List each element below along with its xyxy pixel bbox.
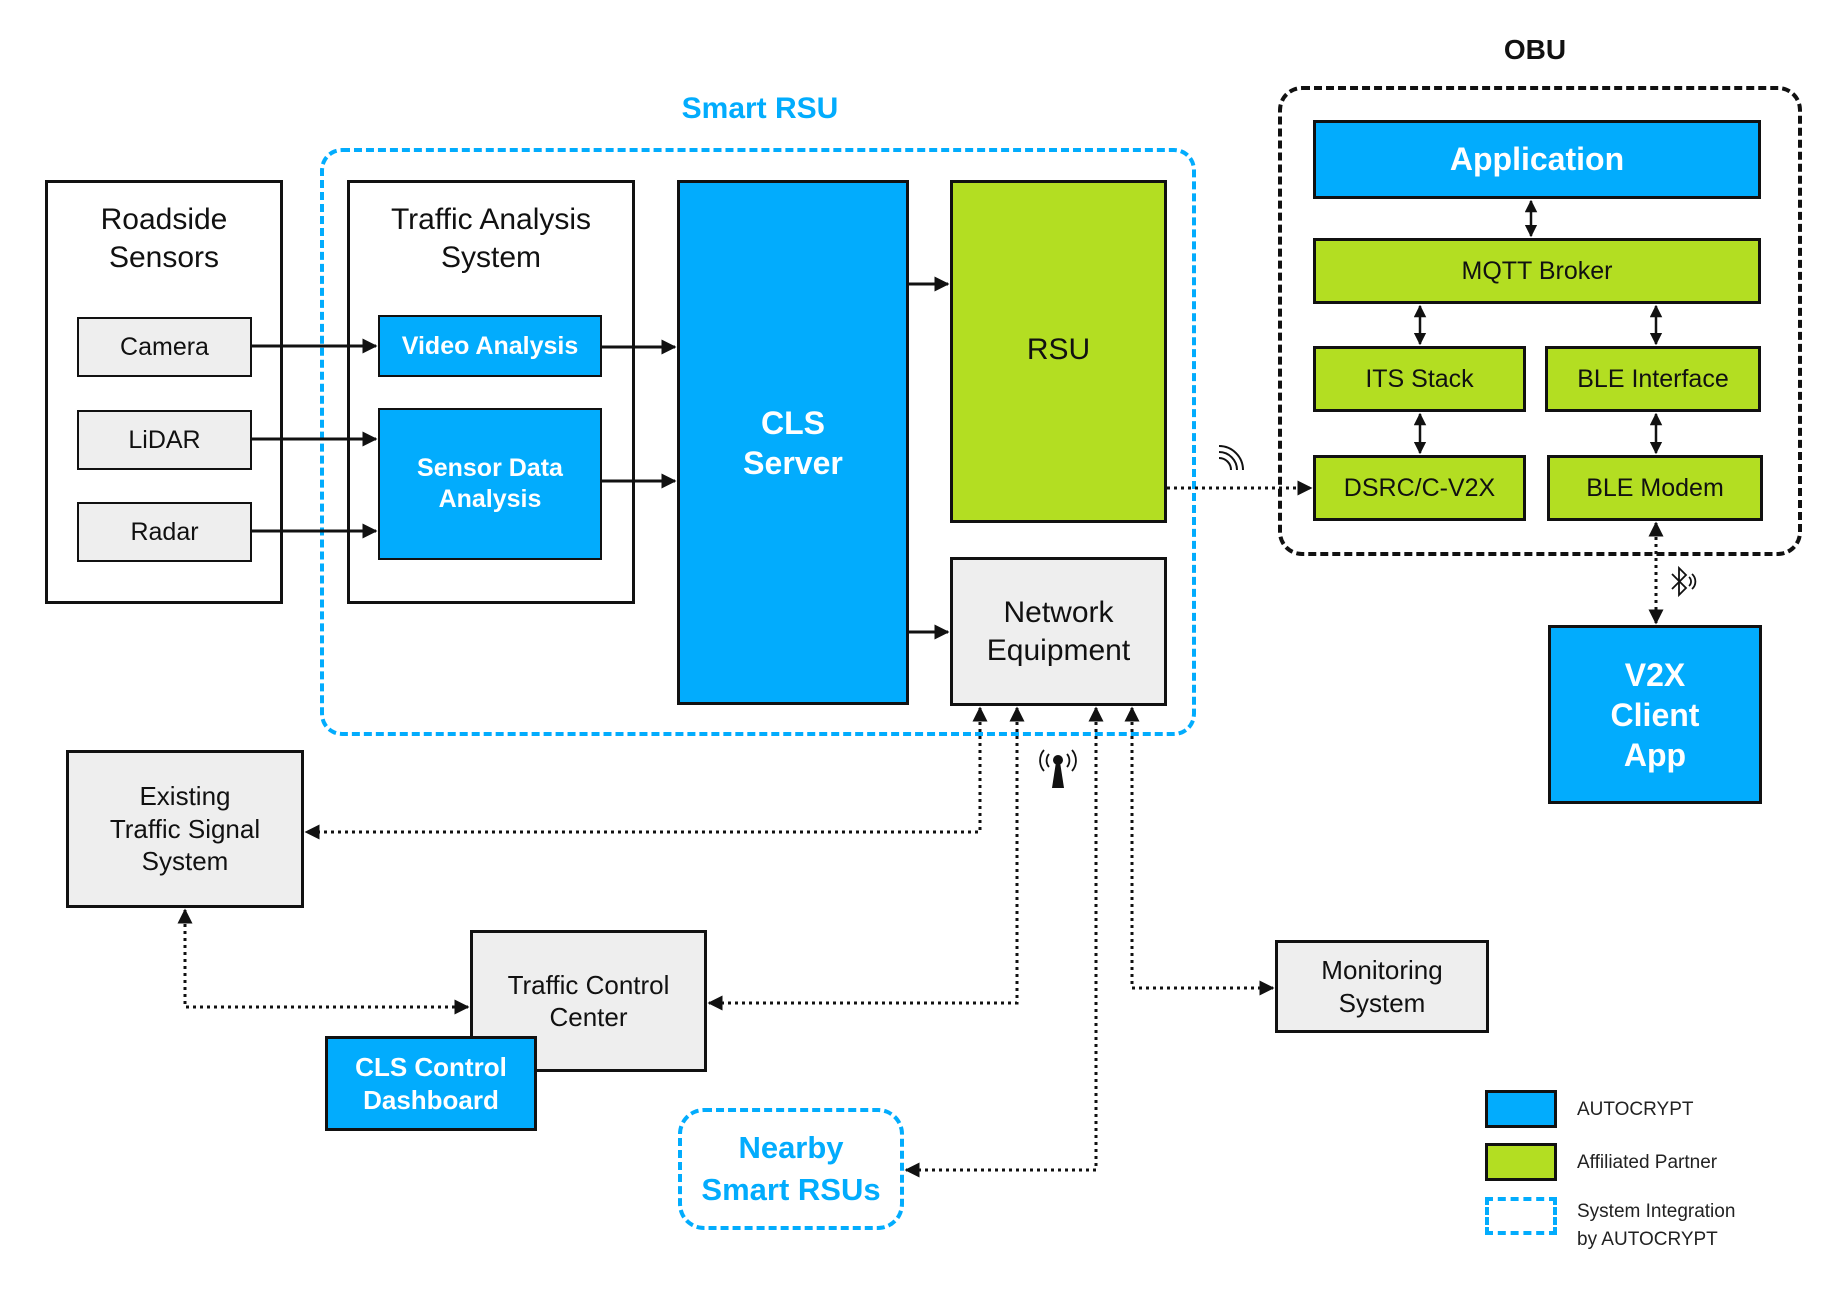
dotted-signal-to-traffic-control (177, 908, 470, 1015)
obu-title: OBU (1503, 34, 1567, 65)
ble-modem-box: BLE Modem (1547, 455, 1763, 521)
dotted-network-to-traffic-control (707, 706, 1025, 1011)
application-box: Application (1313, 120, 1761, 199)
existing-traffic-signal-label: Existing Traffic Signal System (109, 781, 261, 877)
lidar-label: LiDAR (128, 425, 201, 454)
video-analysis-label: Video Analysis (401, 331, 579, 360)
v2x-client-app-box: V2X Client App (1548, 625, 1762, 804)
ble-interface-box: BLE Interface (1545, 346, 1761, 412)
smart-rsu-title: Smart RSU (681, 92, 839, 125)
sensor-data-analysis-box: Sensor Data Analysis (378, 408, 602, 560)
its-stack-box: ITS Stack (1313, 346, 1526, 412)
v2x-client-app-label: V2X Client App (1610, 656, 1700, 773)
wireless-signal-icon (1218, 445, 1244, 471)
camera-label: Camera (120, 332, 209, 361)
bluetooth-icon (1671, 565, 1697, 598)
antenna-tower-icon (1039, 749, 1077, 788)
nearby-smart-rsus-label: Nearby Smart RSUs (701, 1130, 881, 1207)
traffic-analysis-title: Traffic Analysis System (390, 203, 592, 274)
legend-label-system-integration: System Integration by AUTOCRYPT (1577, 1201, 1736, 1250)
network-equipment-box: Network Equipment (950, 557, 1167, 706)
application-label: Application (1449, 141, 1625, 177)
ble-modem-label: BLE Modem (1586, 473, 1724, 502)
network-equipment-label: Network Equipment (986, 596, 1131, 667)
dotted-network-to-monitoring (1124, 706, 1275, 996)
mqtt-broker-box: MQTT Broker (1313, 238, 1761, 304)
lidar-box: LiDAR (77, 410, 252, 470)
rsu-box: RSU (950, 180, 1167, 523)
monitoring-system-label: Monitoring System (1321, 955, 1443, 1018)
legend: AUTOCRYPT Affiliated Partner System Inte… (1485, 1090, 1825, 1270)
legend-swatch-autocrypt (1485, 1090, 1557, 1128)
roadside-sensors-title: Roadside Sensors (100, 203, 228, 274)
existing-traffic-signal-box: Existing Traffic Signal System (66, 750, 304, 908)
monitoring-system-box: Monitoring System (1275, 940, 1489, 1033)
sensor-data-analysis-label: Sensor Data Analysis (417, 453, 563, 513)
traffic-control-center-label: Traffic Control Center (507, 969, 670, 1033)
camera-box: Camera (77, 317, 252, 377)
dsrc-cv2x-label: DSRC/C-V2X (1343, 473, 1496, 502)
cls-control-dashboard-box: CLS Control Dashboard (325, 1036, 537, 1131)
legend-label-autocrypt: AUTOCRYPT (1577, 1099, 1694, 1120)
nearby-smart-rsus-box: Nearby Smart RSUs (678, 1108, 904, 1230)
cls-control-dashboard-label: CLS Control Dashboard (355, 1052, 507, 1115)
ble-interface-label: BLE Interface (1577, 364, 1729, 393)
rsu-label: RSU (1026, 333, 1091, 366)
its-stack-label: ITS Stack (1365, 364, 1474, 393)
dotted-network-to-nearby-rsus (904, 706, 1104, 1178)
radar-label: Radar (130, 517, 199, 546)
mqtt-broker-label: MQTT Broker (1461, 256, 1613, 285)
legend-swatch-affiliated (1485, 1143, 1557, 1181)
radar-box: Radar (77, 502, 252, 562)
legend-label-affiliated: Affiliated Partner (1577, 1152, 1718, 1173)
legend-swatch-system-integration (1485, 1197, 1557, 1235)
video-analysis-box: Video Analysis (378, 315, 602, 377)
dsrc-cv2x-box: DSRC/C-V2X (1313, 455, 1526, 521)
cls-server-box: CLS Server (677, 180, 909, 705)
cls-server-label: CLS Server (743, 404, 843, 481)
